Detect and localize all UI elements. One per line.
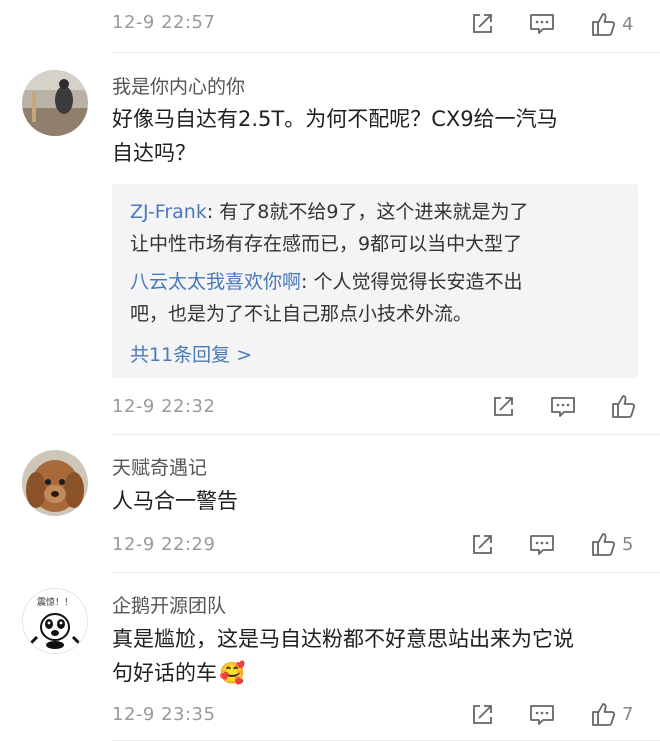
avatar[interactable] xyxy=(22,450,88,516)
like-count: 7 xyxy=(622,703,634,725)
share-button[interactable] xyxy=(468,701,496,729)
thumbs-up-icon xyxy=(592,533,616,556)
timestamp: 12-9 23:35 xyxy=(112,704,216,725)
thumbs-up-icon xyxy=(592,13,616,36)
thumbs-up-icon xyxy=(612,395,636,418)
comment-icon xyxy=(530,535,554,555)
reply-item[interactable]: ZJ-Frank: 有了8就不给9了，这个进来就是为了 让中性市场有存在感而已，… xyxy=(130,196,630,260)
comment-text: 真是尴尬，这是马自达粉都不好意思站出来为它说 句好话的车🥰 xyxy=(112,622,652,690)
share-icon xyxy=(494,397,513,416)
comment-button[interactable] xyxy=(548,393,578,421)
like-button[interactable] xyxy=(610,392,636,420)
comment-text: 人马合一警告 xyxy=(112,489,238,513)
comment-text-line: 句好话的车 xyxy=(112,661,217,685)
like-count: 4 xyxy=(622,13,634,35)
reply-username[interactable]: 八云太太我喜欢你啊 xyxy=(130,271,301,293)
comment-button[interactable] xyxy=(527,701,557,729)
comment-button[interactable] xyxy=(527,10,557,38)
comment-icon xyxy=(530,14,554,34)
share-icon xyxy=(473,705,492,724)
view-all-replies-link[interactable]: 共11条回复 > xyxy=(130,340,252,367)
like-button[interactable]: 5 xyxy=(590,530,633,558)
divider xyxy=(112,52,660,53)
username[interactable]: 企鹅开源团队 xyxy=(112,591,226,618)
divider xyxy=(112,572,660,573)
comment-button[interactable] xyxy=(527,531,557,559)
avatar[interactable]: 震惊！！ xyxy=(22,588,88,654)
timestamp: 12-9 22:57 xyxy=(112,12,216,33)
comment-icon xyxy=(530,705,554,725)
reply-username[interactable]: ZJ-Frank xyxy=(130,201,207,223)
comment-icon xyxy=(551,397,575,417)
share-icon xyxy=(473,14,492,33)
divider xyxy=(112,434,660,435)
emoji: 🥰 xyxy=(219,661,246,685)
reply-text: : 个人觉得觉得长安造不出 xyxy=(301,271,523,293)
reply-text: 吧，也是为了不让自己那点小技术外流。 xyxy=(130,303,473,325)
reply-item[interactable]: 八云太太我喜欢你啊: 个人觉得觉得长安造不出 吧，也是为了不让自己那点小技术外流… xyxy=(130,266,630,330)
reply-text: 让中性市场有存在感而已，9都可以当中大型了 xyxy=(130,233,523,255)
share-button[interactable] xyxy=(489,393,517,421)
thumbs-up-icon xyxy=(592,703,616,726)
username[interactable]: 天赋奇遇记 xyxy=(112,453,207,480)
username[interactable]: 我是你内心的你 xyxy=(112,72,245,99)
comment-text-line: 自达吗？ xyxy=(112,141,196,165)
comment-text: 好像马自达有2.5T。为何不配呢？CX9给一汽马 自达吗？ xyxy=(112,102,642,170)
share-button[interactable] xyxy=(468,531,496,559)
like-button[interactable]: 4 xyxy=(590,10,633,38)
share-button[interactable] xyxy=(468,10,496,38)
like-button[interactable]: 7 xyxy=(590,700,633,728)
reply-preview-box[interactable]: ZJ-Frank: 有了8就不给9了，这个进来就是为了 让中性市场有存在感而已，… xyxy=(112,184,638,378)
comment-text-line: 真是尴尬，这是马自达粉都不好意思站出来为它说 xyxy=(112,627,574,651)
comment-text-line: 好像马自达有2.5T。为何不配呢？CX9给一汽马 xyxy=(112,107,558,131)
timestamp: 12-9 22:32 xyxy=(112,396,216,417)
avatar-text: 震惊！！ xyxy=(37,596,73,608)
avatar[interactable] xyxy=(22,70,88,136)
share-icon xyxy=(473,535,492,554)
reply-text: : 有了8就不给9了，这个进来就是为了 xyxy=(206,201,529,223)
timestamp: 12-9 22:29 xyxy=(112,534,216,555)
like-count: 5 xyxy=(622,533,634,555)
